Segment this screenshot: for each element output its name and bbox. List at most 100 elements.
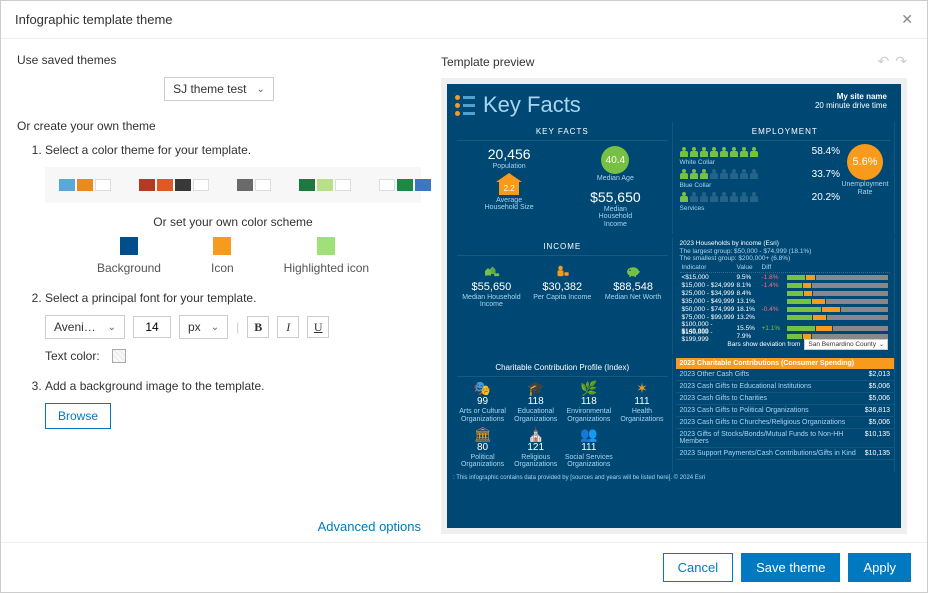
contrib-row: 2023 Cash Gifts to Political Organizatio… (676, 405, 895, 417)
scheme-highlight-swatch[interactable] (317, 237, 335, 255)
infographic-title: Key Facts (483, 92, 581, 118)
income-per-capita-label: Per Capita Income (530, 294, 595, 302)
font-size-input[interactable] (133, 316, 171, 338)
charitable-icon: 🎭 (457, 380, 508, 396)
unemployment-label: Unemployment Rate (840, 181, 890, 196)
charitable-cell: 🎭99Arts or Cultural Organizations (457, 380, 508, 423)
scheme-background-label: Background (97, 261, 161, 275)
hh-row: $100,000 - $149,99915.5%+1.1% (680, 321, 891, 329)
right-panel: Template preview ↶ ↷ (441, 39, 927, 542)
charitable-cell: ⛪121Religious Organizations (510, 426, 561, 469)
or-create-label: Or create your own theme (17, 119, 421, 133)
infographic: Key Facts My site name 20 minute drive t… (447, 84, 901, 528)
apply-button[interactable]: Apply (848, 553, 911, 582)
house-icon: 2.2 (496, 173, 522, 195)
palette-3[interactable] (299, 179, 351, 191)
close-icon[interactable]: ✕ (901, 11, 913, 28)
hh-row: $35,000 - $49,99913.1% (680, 297, 891, 305)
save-theme-button[interactable]: Save theme (741, 553, 840, 582)
palette-2[interactable] (237, 179, 271, 191)
contrib-row: 2023 Gifts of Stocks/Bonds/Mutual Funds … (676, 429, 895, 448)
population-value: 20,456 (459, 146, 559, 162)
step-1: Select a color theme for your template. … (45, 143, 421, 275)
hh-size-label: Average Household Size (459, 197, 559, 212)
scheme-highlight-col: Highlighted icon (284, 237, 369, 275)
chevron-down-icon: ⌄ (108, 322, 116, 333)
advanced-options-link[interactable]: Advanced options (17, 511, 421, 534)
step-2: Select a principal font for your templat… (45, 291, 421, 363)
hh-largest: The largest group: $50,000 - $74,999 (18… (680, 248, 891, 256)
dialog-title: Infographic template theme (15, 12, 173, 27)
white-collar-label: White Collar (680, 159, 841, 167)
text-color-swatch[interactable] (112, 349, 126, 363)
scheme-background-col: Background (97, 237, 161, 275)
underline-button[interactable]: U (307, 316, 329, 338)
charitable-panel: Charitable Contribution Profile (Index) … (453, 358, 673, 472)
charitable-icon: 🏛 (457, 426, 508, 442)
font-family-dropdown[interactable]: Aveni… ⌄ (45, 315, 125, 339)
preview-label: Template preview (441, 55, 534, 69)
median-hh-income-label: Median Household Income (565, 206, 665, 229)
charitable-icon: 🌿 (563, 380, 614, 396)
person-coins-icon (553, 263, 571, 279)
contributions-panel: 2023 Charitable Contributions (Consumer … (676, 358, 896, 472)
dialog-body: Use saved themes SJ theme test ⌄ Or crea… (1, 39, 927, 542)
piggy-icon (624, 263, 642, 279)
charitable-cell: 🎓118Educational Organizations (510, 380, 561, 423)
chevron-down-icon: ⌄ (879, 341, 884, 348)
chevron-down-icon: ⌄ (211, 322, 219, 333)
income-median-hh-val: $55,650 (459, 281, 524, 293)
step-3: Add a background image to the template. … (45, 379, 421, 429)
cancel-button[interactable]: Cancel (663, 553, 733, 582)
hh-table: IndicatorValueDiff<$15,0009.5%-1.8%$15,0… (680, 263, 891, 337)
text-color-label: Text color: (45, 349, 100, 363)
median-age-label: Median Age (565, 175, 665, 183)
scheme-highlight-label: Highlighted icon (284, 261, 369, 275)
contrib-header: 2023 Charitable Contributions (Consumer … (676, 358, 895, 369)
palette-0[interactable] (59, 179, 111, 191)
white-collar-pct: 58.4% (812, 146, 840, 157)
hh-row: $15,000 - $24,9998.1%-1.4% (680, 281, 891, 289)
contrib-row: 2023 Cash Gifts to Charities$5,006 (676, 393, 895, 405)
hh-smallest: The smallest group: $200,000+ (6.8%) (680, 255, 891, 263)
hh-row: <$15,0009.5%-1.8% (680, 273, 891, 281)
left-panel: Use saved themes SJ theme test ⌄ Or crea… (1, 39, 441, 542)
services-pct: 20.2% (812, 192, 840, 203)
palette-strip (45, 167, 421, 203)
population-label: Population (459, 163, 559, 171)
undo-icon[interactable]: ↶ (878, 53, 890, 70)
charitable-icon: 🎓 (510, 380, 561, 396)
bullets-icon (455, 95, 475, 116)
saved-theme-value: SJ theme test (173, 82, 246, 96)
hh-title: 2023 Households by income (Esri) (680, 240, 891, 248)
charitable-cell: 👥111Social Services Organizations (563, 426, 614, 469)
scheme-icon-swatch[interactable] (213, 237, 231, 255)
site-name: My site name (815, 92, 887, 101)
charitable-icon: 👥 (563, 426, 614, 442)
palette-1[interactable] (139, 179, 209, 191)
dev-dropdown[interactable]: San Bernardino County ⌄ (804, 339, 888, 350)
contrib-row: 2023 Other Cash Gifts$2,013 (676, 369, 895, 381)
italic-button[interactable]: I (277, 316, 299, 338)
font-unit-dropdown[interactable]: px ⌄ (179, 315, 228, 339)
key-facts-title: KEY FACTS (457, 125, 668, 141)
houses-icon (482, 263, 500, 279)
redo-icon[interactable]: ↷ (895, 53, 907, 70)
font-unit-value: px (188, 320, 201, 334)
income-median-hh-label: Median Household Income (459, 294, 524, 309)
scheme-background-swatch[interactable] (120, 237, 138, 255)
bold-button[interactable]: B (247, 316, 269, 338)
employment-title: EMPLOYMENT (680, 125, 891, 141)
browse-button[interactable]: Browse (45, 403, 111, 429)
saved-themes-label: Use saved themes (17, 53, 421, 67)
contrib-row: 2023 Cash Gifts to Churches/Religious Or… (676, 417, 895, 429)
steps-list: Select a color theme for your template. … (17, 143, 421, 445)
font-family-value: Aveni… (54, 320, 96, 334)
preview-frame: Key Facts My site name 20 minute drive t… (441, 78, 907, 534)
median-age-badge: 40.4 (601, 146, 629, 174)
saved-theme-dropdown[interactable]: SJ theme test ⌄ (164, 77, 274, 101)
palette-4[interactable] (379, 179, 431, 191)
dialog-footer: Cancel Save theme Apply (1, 542, 927, 592)
undo-redo-group: ↶ ↷ (878, 53, 907, 70)
income-net-worth-val: $88,548 (601, 281, 666, 293)
